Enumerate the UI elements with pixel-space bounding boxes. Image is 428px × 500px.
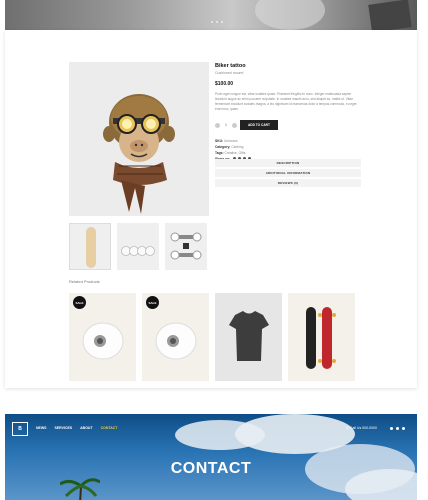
- nav-item-services[interactable]: SERVICES: [55, 426, 73, 430]
- thumbnail-trucks[interactable]: [165, 223, 207, 270]
- category-label: Category:: [215, 145, 231, 149]
- thumbnail-skateboard-deck[interactable]: [69, 223, 111, 270]
- product-description: Proin eget congue est, vitae sodales qua…: [215, 92, 357, 111]
- sale-badge: SALE: [146, 296, 159, 309]
- tags-links[interactable]: Creative, Gifts: [224, 151, 245, 155]
- tab-additional-information[interactable]: ADDITIONAL INFORMATION: [215, 169, 361, 177]
- related-product-wheel-2[interactable]: SALE: [142, 293, 209, 381]
- hero-slider-strip: [5, 0, 417, 30]
- slider-dot[interactable]: [221, 21, 223, 23]
- product-tabs: DESCRIPTION ADDITIONAL INFORMATION REVIE…: [215, 159, 361, 189]
- product-card: Biker tattoo Cushioned moorel $100.00 Pr…: [5, 30, 417, 388]
- product-main-image[interactable]: [69, 62, 209, 216]
- facebook-icon[interactable]: [390, 427, 393, 430]
- nav-item-about[interactable]: ABOUT: [80, 426, 92, 430]
- add-to-cart-button[interactable]: ADD TO CART: [240, 120, 278, 130]
- skate-trucks-icon: [170, 232, 202, 260]
- product-thumbnails: [69, 223, 207, 270]
- nav-item-contact[interactable]: CONTACT: [101, 426, 118, 430]
- main-navigation: B NEWS SERVICES ABOUT CONTACT ✆ Call Us …: [5, 422, 417, 436]
- quantity-increase-button[interactable]: [232, 122, 237, 128]
- hero-image-highlight: [255, 0, 325, 30]
- tab-reviews[interactable]: REVIEWS (0): [215, 179, 361, 187]
- sku-label: SKU:: [215, 139, 224, 143]
- related-products-list: SALE SALE: [69, 293, 355, 381]
- related-product-tshirt[interactable]: [215, 293, 282, 381]
- slider-dot[interactable]: [211, 21, 213, 23]
- thumbnail-wheels[interactable]: [117, 223, 159, 270]
- product-price: $100.00: [215, 81, 234, 87]
- page-title: CONTACT: [170, 460, 252, 477]
- skateboard-deck-icon: [86, 227, 96, 268]
- add-to-cart-row: 1 ADD TO CART: [215, 120, 365, 130]
- tshirt-image: [229, 311, 269, 361]
- tab-description[interactable]: DESCRIPTION: [215, 159, 361, 167]
- site-logo[interactable]: B: [12, 422, 28, 436]
- contact-banner: B NEWS SERVICES ABOUT CONTACT ✆ Call Us …: [5, 414, 417, 500]
- related-product-wheel-1[interactable]: SALE: [69, 293, 136, 381]
- category-link[interactable]: Clothing: [231, 145, 243, 149]
- product-info: Biker tattoo Cushioned moorel $100.00 Pr…: [215, 63, 365, 162]
- hero-image-object: [368, 0, 412, 30]
- skate-wheels-icon: [121, 246, 155, 256]
- skateboards-image: [306, 307, 336, 369]
- monkey-biker-illustration: [103, 94, 175, 214]
- related-products-title: Related Products: [69, 279, 100, 284]
- sale-badge: SALE: [73, 296, 86, 309]
- twitter-icon[interactable]: [396, 427, 399, 430]
- phone-icon: ✆: [346, 426, 349, 430]
- related-product-skateboard[interactable]: [288, 293, 355, 381]
- call-us-text: Call Us 000-0000: [349, 426, 377, 430]
- tags-label: Tags:: [215, 151, 224, 155]
- nav-menu: NEWS SERVICES ABOUT CONTACT: [36, 426, 117, 430]
- product-title: Biker tattoo: [215, 63, 246, 69]
- quantity-input[interactable]: 1: [223, 123, 229, 127]
- quantity-decrease-button[interactable]: [215, 122, 220, 128]
- slider-dots[interactable]: [211, 21, 223, 23]
- nav-item-news[interactable]: NEWS: [36, 426, 47, 430]
- product-subtitle: Cushioned moorel: [215, 71, 244, 75]
- slider-dot[interactable]: [216, 21, 218, 23]
- call-us-link[interactable]: ✆ Call Us 000-0000: [346, 426, 377, 430]
- nav-social-icons: [390, 427, 405, 430]
- sku-value: Unknown: [223, 139, 238, 143]
- instagram-icon[interactable]: [402, 427, 405, 430]
